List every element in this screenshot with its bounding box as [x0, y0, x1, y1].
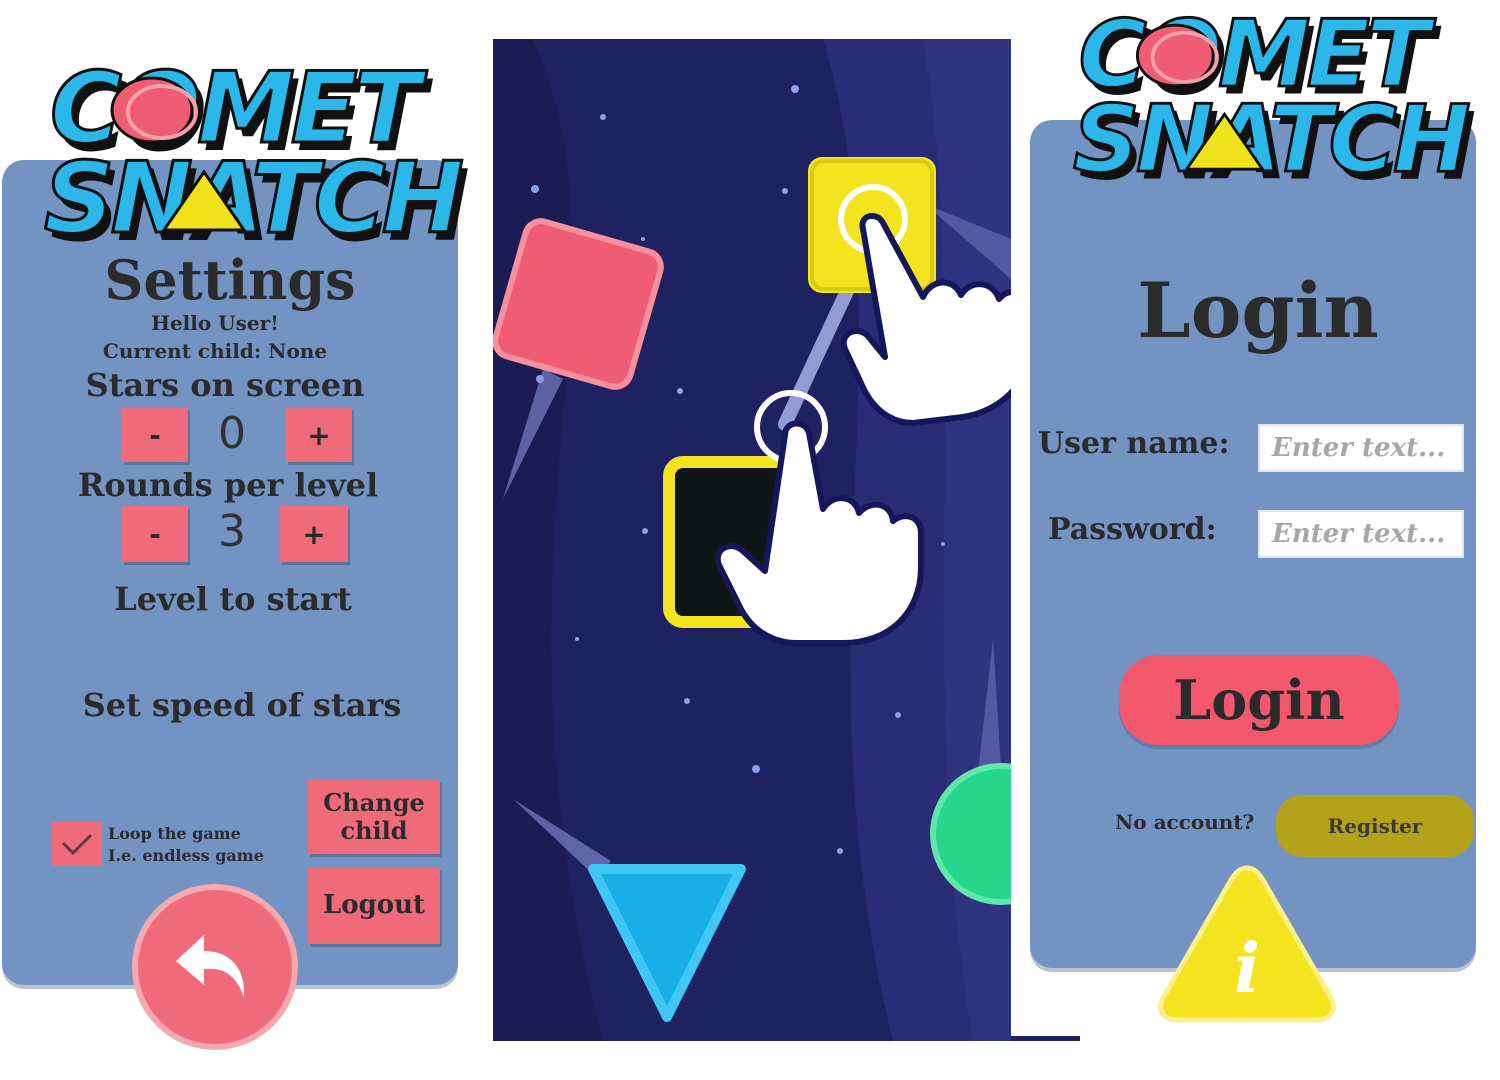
- settings-title: Settings: [104, 248, 356, 312]
- password-input[interactable]: Enter text...: [1258, 510, 1464, 558]
- comet-snatch-logo: COMET SNATCH COMET SNATCH: [42, 51, 472, 265]
- rounds-decrease-button[interactable]: -: [122, 506, 188, 562]
- stars-increase-button[interactable]: +: [286, 408, 352, 462]
- undo-arrow-icon: [176, 935, 245, 997]
- greeting: Hello User!: [151, 311, 279, 335]
- stars-value: 0: [218, 408, 246, 459]
- change-child-button[interactable]: Change child: [308, 780, 440, 854]
- username-label: User name:: [1038, 426, 1230, 461]
- stars-decrease-button[interactable]: -: [122, 408, 188, 462]
- register-button[interactable]: Register: [1276, 795, 1474, 857]
- loop-game-sublabel: I.e. endless game: [108, 846, 264, 865]
- comet-snatch-logo: COMET SNATCH COMET SNATCH: [1070, 0, 1479, 201]
- username-input[interactable]: Enter text...: [1258, 424, 1464, 472]
- login-button[interactable]: Login: [1119, 655, 1399, 745]
- speed-of-stars-label: Set speed of stars: [82, 686, 402, 724]
- game-panel-underline: [1011, 1036, 1080, 1041]
- logout-button[interactable]: Logout: [308, 868, 440, 944]
- current-child: Current child: None: [102, 339, 328, 363]
- stars-on-screen-label: Stars on screen: [85, 366, 365, 404]
- logo-line2: SNATCH: [44, 142, 462, 256]
- logo-line2: SNATCH: [1073, 85, 1469, 193]
- rounds-increase-button[interactable]: +: [280, 506, 348, 562]
- change-child-label-2: child: [340, 816, 408, 845]
- info-triangle-icon: i: [1158, 865, 1336, 1023]
- login-title: Login: [1137, 266, 1379, 355]
- game-tutorial-panel: [493, 39, 1011, 1041]
- password-label: Password:: [1048, 512, 1217, 547]
- info-button[interactable]: i: [1155, 860, 1339, 1024]
- change-child-label-1: Change: [323, 788, 425, 818]
- rounds-value: 3: [218, 506, 246, 557]
- no-account-label: No account?: [1115, 810, 1255, 834]
- info-glyph: i: [1234, 929, 1260, 1009]
- loop-game-checkbox[interactable]: [52, 822, 102, 866]
- back-button[interactable]: [132, 884, 298, 1050]
- loop-game-label: Loop the game: [108, 824, 241, 843]
- level-to-start-label: Level to start: [114, 580, 352, 618]
- blue-triangle-shape: [588, 864, 746, 1022]
- rounds-per-level-label: Rounds per level: [77, 466, 379, 504]
- checkmark-icon: [61, 833, 93, 856]
